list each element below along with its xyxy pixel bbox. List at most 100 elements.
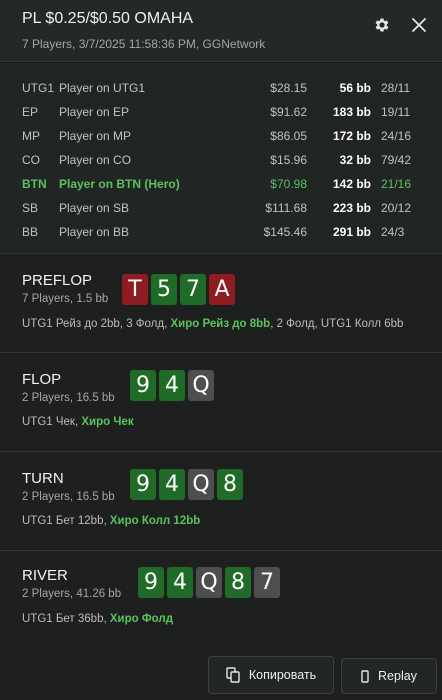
player-row: BB Player on BB $145.46 291 bb 24/3 xyxy=(0,221,442,245)
player-row: SB Player on SB $111.68 223 bb 20/12 xyxy=(0,197,442,221)
street-name: RIVER xyxy=(22,567,68,584)
copy-button[interactable]: Копировать xyxy=(208,656,334,694)
player-position: EP xyxy=(22,105,39,119)
gear-icon[interactable] xyxy=(373,16,391,34)
player-stack: $28.15 xyxy=(270,81,307,95)
hero-action: Хиро Фолд xyxy=(109,613,174,625)
card: 5 xyxy=(151,274,177,305)
player-stack-bb: 223 bb xyxy=(332,201,371,215)
card: 7 xyxy=(180,274,206,305)
player-stack-bb: 291 bb xyxy=(332,225,371,239)
header: PL $0.25/$0.50 OMAHA 7 Players, 3/7/2025… xyxy=(0,0,442,62)
player-row: CO Player on CO $15.96 32 bb 79/42 xyxy=(0,149,442,173)
player-position: CO xyxy=(22,153,40,167)
player-stats: 24/3 xyxy=(381,225,405,239)
card: A xyxy=(209,274,235,305)
player-stack-bb: 172 bb xyxy=(332,129,371,143)
street-river: RIVER 2 Players, 41.26 bb 9 4 Q 8 7 UTG1… xyxy=(0,552,442,648)
street-turn: TURN 2 Players, 16.5 bb 9 4 Q 8 UTG1 Бет… xyxy=(0,453,442,551)
card: Q xyxy=(196,567,222,598)
player-stats: 19/11 xyxy=(381,105,411,119)
street-name: PREFLOP xyxy=(22,272,93,289)
card: 9 xyxy=(130,370,156,401)
player-row: MP Player on MP $86.05 172 bb 24/16 xyxy=(0,125,442,149)
board-cards: 9 4 Q xyxy=(130,370,214,401)
copy-label: Копировать xyxy=(248,668,317,682)
hero-cards: T 5 7 A xyxy=(122,274,235,305)
players-table: UTG1 Player on UTG1 $28.15 56 bb 28/11 E… xyxy=(0,63,442,254)
player-position: SB xyxy=(22,201,39,215)
player-stack: $111.68 xyxy=(265,201,307,215)
street-name: FLOP xyxy=(22,371,62,388)
street-info: 2 Players, 41.26 bb xyxy=(22,588,122,600)
street-name: TURN xyxy=(22,470,64,487)
board-cards: 9 4 Q 8 xyxy=(130,469,243,500)
player-stats: 24/16 xyxy=(381,129,412,143)
player-name: Player on SB xyxy=(59,201,130,215)
player-stats: 20/12 xyxy=(381,201,412,215)
action-text: UTG1 Чек, xyxy=(22,416,82,428)
player-row: EP Player on EP $91.62 183 bb 19/11 xyxy=(0,101,442,125)
card: 4 xyxy=(159,370,185,401)
player-stats: 28/11 xyxy=(381,81,411,95)
player-stats: 21/16 xyxy=(381,177,412,191)
page-title: PL $0.25/$0.50 OMAHA xyxy=(22,10,194,27)
card: 9 xyxy=(138,567,164,598)
street-actions: UTG1 Бет 12bb, Хиро Колл 12bb xyxy=(22,515,200,527)
card: 4 xyxy=(159,469,185,500)
player-stack-bb: 142 bb xyxy=(332,177,371,191)
street-info: 7 Players, 1.5 bb xyxy=(22,293,109,305)
replay-label: Replay xyxy=(378,669,417,683)
player-name: Player on BB xyxy=(59,225,130,239)
hero-action: Хиро Рейз до 8bb xyxy=(170,318,271,330)
player-stack-bb: 32 bb xyxy=(339,153,371,167)
player-stack-bb: 183 bb xyxy=(332,105,371,119)
card: 8 xyxy=(225,567,251,598)
card: 7 xyxy=(254,567,280,598)
player-position: UTG1 xyxy=(22,81,55,95)
player-stack: $15.96 xyxy=(270,153,307,167)
player-name: Player on MP xyxy=(59,129,132,143)
player-stack-bb: 56 bb xyxy=(339,81,371,95)
footer: Копировать Replay xyxy=(0,648,442,700)
street-actions: UTG1 Рейз до 2bb, 3 Фолд, Хиро Рейз до 8… xyxy=(22,318,403,330)
hero-action: Хиро Чек xyxy=(81,416,134,428)
copy-icon xyxy=(226,667,240,683)
player-position: BTN xyxy=(22,177,47,191)
hand-subtitle: 7 Players, 3/7/2025 11:58:36 PM, GGNetwo… xyxy=(22,37,266,51)
player-name: Player on EP xyxy=(59,105,130,119)
player-row-hero: BTN Player on BTN (Hero) $70.98 142 bb 2… xyxy=(0,173,442,197)
player-stats: 79/42 xyxy=(381,153,412,167)
card: 8 xyxy=(217,469,243,500)
card: Q xyxy=(188,370,214,401)
player-row: UTG1 Player on UTG1 $28.15 56 bb 28/11 xyxy=(0,77,442,101)
board-cards: 9 4 Q 8 7 xyxy=(138,567,280,598)
street-info: 2 Players, 16.5 bb xyxy=(22,392,115,404)
card: Q xyxy=(188,469,214,500)
replay-button[interactable]: Replay xyxy=(341,658,437,694)
player-position: BB xyxy=(22,225,39,239)
player-name: Player on UTG1 xyxy=(59,81,146,95)
action-text: , 2 Фолд, UTG1 Колл 6bb xyxy=(270,318,404,330)
player-position: MP xyxy=(22,129,40,143)
card: 4 xyxy=(167,567,193,598)
card: T xyxy=(122,274,148,305)
player-name: Player on BTN (Hero) xyxy=(59,177,180,191)
street-info: 2 Players, 16.5 bb xyxy=(22,491,115,503)
street-actions: UTG1 Бет 36bb, Хиро Фолд xyxy=(22,613,173,625)
player-stack: $145.46 xyxy=(263,225,307,239)
street-flop: FLOP 2 Players, 16.5 bb 9 4 Q UTG1 Чек, … xyxy=(0,354,442,452)
street-actions: UTG1 Чек, Хиро Чек xyxy=(22,416,134,428)
street-preflop: PREFLOP 7 Players, 1.5 bb T 5 7 A UTG1 Р… xyxy=(0,255,442,353)
action-text: UTG1 Бет 12bb, xyxy=(22,515,110,527)
action-text: UTG1 Рейз до 2bb, 3 Фолд, xyxy=(22,318,171,330)
hero-action: Хиро Колл 12bb xyxy=(109,515,201,527)
player-name: Player on CO xyxy=(59,153,132,167)
action-text: UTG1 Бет 36bb, xyxy=(22,613,110,625)
player-stack: $91.62 xyxy=(270,105,307,119)
player-stack: $86.05 xyxy=(270,129,307,143)
card: 9 xyxy=(130,469,156,500)
replay-icon xyxy=(361,669,369,683)
close-icon[interactable] xyxy=(410,16,428,34)
player-stack: $70.98 xyxy=(270,177,307,191)
